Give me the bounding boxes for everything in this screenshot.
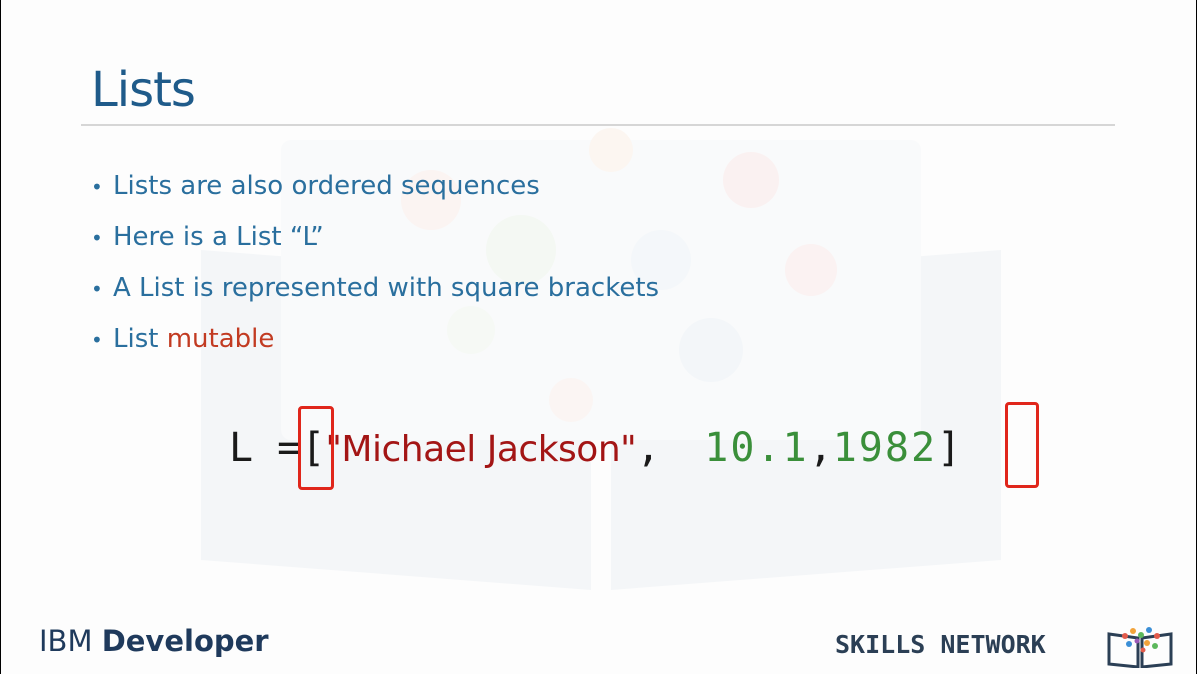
bullet-list: • Lists are also ordered sequences • Here … [91, 168, 659, 372]
code-comma: , [808, 425, 833, 471]
slide-title: Lists [91, 62, 196, 118]
bullet-highlight: mutable [166, 324, 275, 354]
bullet-item: • List mutable [91, 321, 659, 372]
code-lhs: L = [229, 425, 302, 471]
title-divider [81, 124, 1115, 126]
skills-network-book-icon [1107, 627, 1173, 668]
brand-ibm-text: IBM [39, 624, 93, 658]
bullet-text: List [113, 324, 167, 354]
code-comma: , [636, 425, 661, 471]
bullet-text: A List is represented with square bracke… [113, 273, 660, 303]
bullet-dot-icon: • [91, 175, 103, 199]
bullet-text: Lists are also ordered sequences [113, 171, 540, 201]
ibm-developer-logo: IBM Developer [39, 624, 269, 658]
bullet-text: Here is a List “L” [113, 222, 324, 252]
bullet-dot-icon: • [91, 328, 103, 352]
code-close-bracket: ] [937, 425, 962, 471]
slide: Lists • Lists are also ordered sequences … [1, 0, 1196, 674]
brand-developer-text: Developer [101, 624, 269, 658]
bullet-item: • Here is a List “L” [91, 219, 659, 270]
code-number: 10.1 [704, 425, 809, 471]
close-bracket-highlight-box [1005, 402, 1039, 488]
code-number: 1982 [832, 425, 938, 471]
skills-network-label: SKILLS NETWORK [835, 630, 1046, 659]
code-example: L =["Michael Jackson", 10.1,1982] [229, 418, 961, 478]
bullet-dot-icon: • [91, 226, 103, 250]
open-bracket-highlight-box [298, 406, 334, 490]
bullet-item: • Lists are also ordered sequences [91, 168, 659, 219]
bullet-item: • A List is represented with square brack… [91, 270, 659, 321]
bullet-dot-icon: • [91, 277, 103, 301]
code-string-value: "Michael Jackson" [325, 429, 637, 470]
